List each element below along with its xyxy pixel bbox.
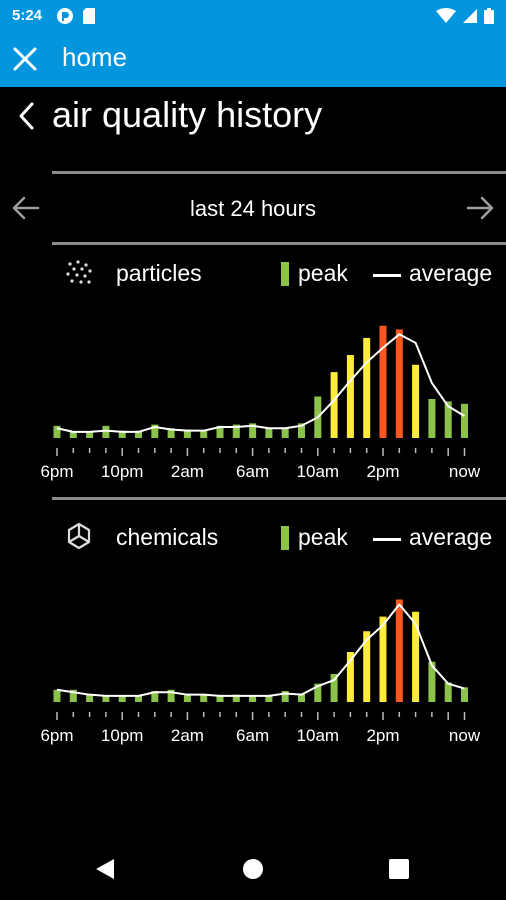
legend-peak-swatch [281,262,289,286]
particles-header: particles peak average [0,256,506,290]
peak-bar [412,364,420,438]
signal-icon [463,9,477,23]
peak-bar [363,337,371,438]
recents-square-icon [389,859,409,879]
x-tick-label: 10pm [101,462,144,481]
chemicals-chart: 6pm 10pm 2am 6am 10am 2pm now [40,599,481,745]
legend-average-swatch [373,538,401,541]
screen-header: air quality history [0,92,506,142]
next-range-button[interactable] [464,194,496,222]
peak-bar [200,430,208,438]
x-tick-label: 6pm [40,462,73,481]
back-button[interactable] [12,98,40,134]
x-tick-label: 2pm [366,726,399,745]
peak-bar [379,616,387,702]
legend-average-label: average [409,524,493,550]
status-bar: 5:24 [0,0,506,32]
nav-back-button[interactable] [90,854,120,884]
back-triangle-icon [96,859,114,879]
chemicals-icon [67,522,91,550]
x-tick-label: 6am [236,462,269,481]
x-tick-label: 10am [297,462,340,481]
peak-bar [346,355,354,438]
legend-peak-label: peak [298,260,348,286]
battery-icon [484,8,494,24]
peak-bar [330,372,338,438]
peak-bar [395,329,403,438]
peak-bar [265,428,273,438]
peak-bar [281,428,289,438]
particles-chart: 6pm 10pm 2am 6am 10am 2pm now [40,325,481,481]
divider [52,497,506,500]
average-line [56,603,465,697]
status-notification-icons [56,7,96,25]
x-tick-label: 2am [171,726,204,745]
legend-peak-swatch [281,526,289,550]
nav-home-button[interactable] [238,854,268,884]
chemicals-header: chemicals peak average [0,520,506,554]
home-circle-icon [243,859,263,879]
time-range-selector: last 24 hours [0,186,506,232]
divider [52,242,506,245]
legend-peak-label: peak [298,524,348,550]
x-tick-label: 2pm [366,462,399,481]
time-range-label: last 24 hours [190,196,316,221]
x-tick-label: 6am [236,726,269,745]
x-tick-label: now [449,726,481,745]
nav-recents-button[interactable] [384,854,414,884]
x-tick-label: 6pm [40,726,73,745]
legend-average-label: average [409,260,493,286]
wifi-icon [436,8,456,23]
peak-bar [395,599,403,702]
sd-card-icon [83,8,95,24]
peak-bar [53,425,61,438]
x-tick-label: now [449,462,481,481]
app-bar: home [0,32,506,87]
close-icon [13,47,37,71]
peak-bar [183,694,191,702]
x-tick-label: 10pm [101,726,144,745]
system-navigation-bar [0,836,506,900]
particles-icon [66,260,92,284]
app-notification-icon [57,8,73,24]
divider [52,171,506,174]
status-system-icons [436,8,494,24]
peak-bar [53,689,61,702]
chevron-left-icon [19,102,34,130]
particles-title: particles [116,260,202,286]
app-bar-title: home [62,42,128,72]
x-tick-label: 2am [171,462,204,481]
x-tick-label: 10am [297,726,340,745]
peak-bar [379,325,387,438]
peak-bar [102,425,110,438]
legend-average-swatch [373,274,401,277]
arrow-right-icon [466,196,494,220]
peak-bar [428,398,436,438]
close-button[interactable] [10,44,40,74]
status-time: 5:24 [12,7,43,24]
average-line [56,333,466,433]
peak-bar [461,403,468,438]
page-title: air quality history [52,94,323,135]
chemicals-title: chemicals [116,524,219,550]
peak-bar [461,687,468,702]
